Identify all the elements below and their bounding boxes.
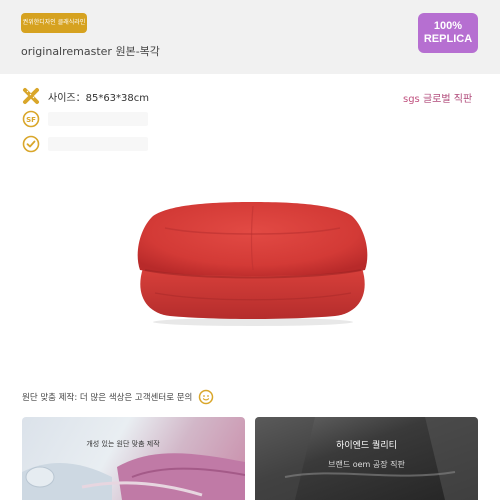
high-end-quality-card-title: 하이엔드 퀄리티 (336, 441, 397, 451)
sf-badge-icon: SF (22, 110, 40, 128)
high-end-quality-card-subtitle: 브랜드 oem 공장 직판 (328, 460, 405, 469)
sgs-rest: 글로벌 직판 (419, 94, 473, 105)
size-label: 사이즈：85*63*38cm (48, 92, 150, 104)
product-image-pouf (125, 198, 380, 328)
custom-fabric-note: 원단 맞춤 제작: 더 많은 색상은 고객센터로 문의 (22, 389, 214, 405)
replica-badge-line1: 100% (433, 20, 463, 32)
measure-x-icon (22, 87, 40, 105)
custom-fabric-card-title: 개성 있는 원단 맞춤 제작 (86, 440, 160, 448)
replica-badge: 100% REPLICA (418, 13, 478, 53)
sgs-prefix: sgs (403, 94, 420, 105)
header-banner: 권위한디자인 클래식라인 originalremaster 원본-복각 100%… (0, 0, 500, 74)
check-spec-row (22, 135, 40, 153)
faded-spec-line (48, 137, 148, 151)
high-end-quality-card[interactable]: 하이엔드 퀄리티 브랜드 oem 공장 직판 (255, 417, 478, 500)
product-subtitle: originalremaster 원본-복각 (21, 45, 160, 58)
fabric-rolls-illustration (22, 453, 245, 500)
sgs-global-label: sgs 글로벌 직판 (403, 90, 472, 105)
brand-badge: 권위한디자인 클래식라인 (21, 13, 87, 33)
smile-icon[interactable] (198, 389, 214, 405)
custom-fabric-note-text: 원단 맞춤 제작: 더 많은 색상은 고객센터로 문의 (22, 393, 193, 403)
replica-badge-line2: REPLICA (423, 33, 473, 45)
faded-spec-line (48, 112, 148, 126)
check-badge-icon (22, 135, 40, 153)
sf-spec-row: SF (22, 110, 40, 128)
custom-fabric-card[interactable]: 개성 있는 원단 맞춤 제작 (22, 417, 245, 500)
svg-text:SF: SF (26, 116, 36, 124)
size-spec-row: 사이즈：85*63*38cm (22, 87, 149, 105)
